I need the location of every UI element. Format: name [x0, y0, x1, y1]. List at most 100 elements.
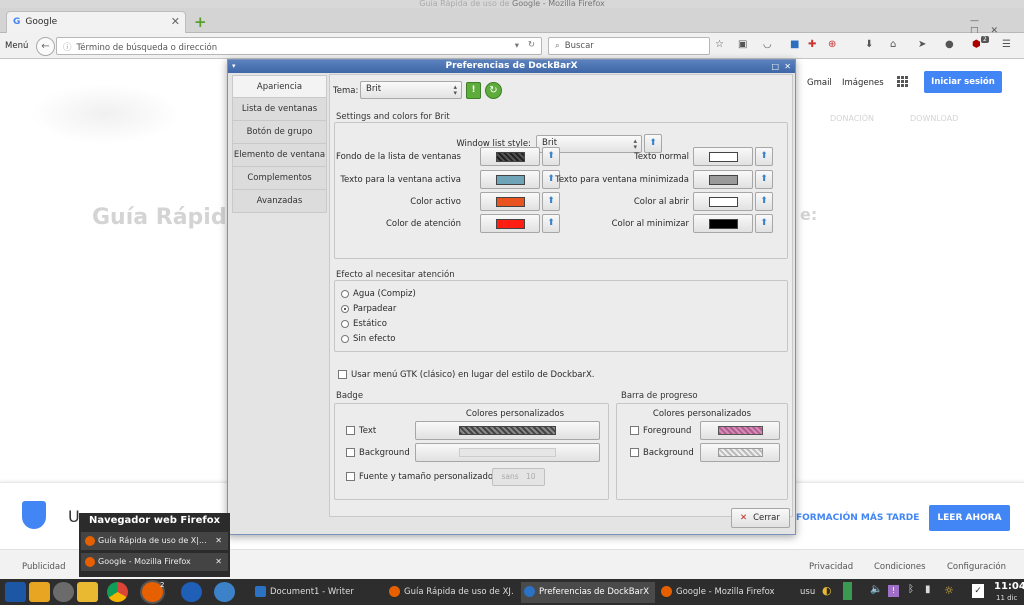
progress-foreground-color-button[interactable]: [700, 421, 780, 440]
weather-icon[interactable]: ◐: [822, 584, 832, 597]
images-link[interactable]: Imágenes: [842, 78, 884, 88]
footer-terms-link[interactable]: Condiciones: [874, 562, 926, 572]
dialog-menu-icon[interactable]: ▾: [232, 60, 236, 73]
faded-nav-item: DONACIÓN: [830, 114, 874, 123]
ublock-icon[interactable]: ⬢: [972, 39, 981, 50]
menu-button[interactable]: Menú: [5, 41, 28, 51]
url-field[interactable]: ⓘ Término de búsqueda o dirección ▾ ↻: [56, 37, 542, 55]
bookmark-star-icon[interactable]: ☆: [715, 39, 724, 50]
network-icon[interactable]: [843, 582, 852, 600]
user-label[interactable]: usu: [800, 587, 815, 597]
alert-icon[interactable]: !: [888, 585, 899, 597]
hamburger-menu-icon[interactable]: ☰: [1002, 39, 1011, 50]
badge-font-checkbox[interactable]: Fuente y tamaño personalizado: [346, 472, 493, 482]
chrome-icon[interactable]: [107, 582, 128, 602]
task-done-icon[interactable]: ✓: [972, 584, 984, 598]
new-tab-icon[interactable]: +: [194, 13, 207, 31]
theme-info-button[interactable]: !: [466, 82, 481, 99]
color-button-left-0[interactable]: [480, 147, 540, 166]
color-button-right-0[interactable]: [693, 147, 753, 166]
sidebar-tab-window-list[interactable]: Lista de ventanas: [232, 98, 327, 121]
dialog-maximize-icon[interactable]: □: [771, 60, 779, 73]
task-writer[interactable]: Document1 - Writer: [252, 582, 380, 603]
browser-tab-google[interactable]: G Google ✕: [6, 11, 186, 33]
popup-window-item[interactable]: Google - Mozilla Firefox ✕: [81, 553, 228, 571]
color-swatch: [459, 448, 556, 457]
popup-window-item[interactable]: Guía Rápida de uso de X|... ✕: [81, 532, 228, 550]
send-icon[interactable]: ➤: [918, 39, 926, 50]
sidebar-tab-appearance[interactable]: Apariencia: [232, 75, 327, 98]
sidebar-tab-window-item[interactable]: Elemento de ventana: [232, 144, 327, 167]
save-icon[interactable]: ■: [790, 39, 799, 50]
close-dialog-button[interactable]: ✕ Cerrar: [731, 508, 790, 528]
theme-select[interactable]: Brit ▴ ▾: [360, 81, 462, 99]
writer-icon[interactable]: [181, 582, 202, 602]
clipboard-icon[interactable]: ▣: [738, 39, 747, 50]
color-button-right-1[interactable]: [693, 170, 753, 189]
dialog-close-icon[interactable]: ✕: [784, 60, 791, 73]
color-button-left-2[interactable]: [480, 192, 540, 211]
color-button-right-3[interactable]: [693, 214, 753, 233]
radio-blink[interactable]: Parpadear: [341, 304, 416, 319]
theme-reload-button[interactable]: ↻: [485, 82, 502, 99]
home-icon[interactable]: ⌂: [890, 39, 896, 50]
settings-app-icon[interactable]: [53, 582, 74, 602]
task-dockbarx-preferences[interactable]: Preferencias de DockBarX: [521, 582, 655, 603]
color-swatch: [718, 448, 763, 457]
battery-icon[interactable]: ▮: [925, 584, 931, 595]
color-reset-button[interactable]: ⬆: [755, 147, 773, 166]
radio-water[interactable]: Agua (Compiz): [341, 289, 416, 304]
badge-text-checkbox[interactable]: Text: [346, 426, 376, 436]
apps-grid-icon[interactable]: [897, 76, 908, 87]
minimize-icon[interactable]: —: [970, 16, 991, 26]
task-google-firefox[interactable]: Google - Mozilla Firefox: [658, 582, 786, 603]
files-icon[interactable]: [77, 582, 98, 602]
signin-button[interactable]: Iniciar sesión: [924, 71, 1002, 93]
gtk-menu-checkbox[interactable]: Usar menú GTK (clásico) en lugar del est…: [338, 370, 595, 380]
footer-privacy-link[interactable]: Privacidad: [809, 562, 853, 572]
addon-red-icon[interactable]: ⊕: [828, 39, 836, 50]
popup-item-close-icon[interactable]: ✕: [215, 532, 222, 550]
footer-ads-link[interactable]: Publicidad: [22, 562, 66, 572]
color-reset-button[interactable]: ⬆: [755, 170, 773, 189]
task-guide[interactable]: Guía Rápida de uso de XJ...: [386, 582, 514, 603]
notification-count-badge: 2: [981, 36, 989, 43]
start-menu-icon[interactable]: [5, 582, 26, 602]
promo-read-now-button[interactable]: LEER AHORA: [929, 505, 1010, 531]
sidebar-tab-advanced[interactable]: Avanzadas: [232, 190, 327, 213]
dropdown-arrow-icon[interactable]: ▾: [515, 41, 519, 51]
color-button-right-2[interactable]: [693, 192, 753, 211]
color-button-left-3[interactable]: [480, 214, 540, 233]
reload-icon[interactable]: ↻: [528, 40, 535, 50]
clock-time[interactable]: 11:04: [994, 581, 1024, 592]
back-button[interactable]: ←: [36, 37, 55, 56]
sidebar-tab-plugins[interactable]: Complementos: [232, 167, 327, 190]
sidebar-tab-group-button[interactable]: Botón de grupo: [232, 121, 327, 144]
addon-icon[interactable]: ✚: [808, 39, 816, 50]
cloud-sun-icon[interactable]: ☼: [944, 584, 954, 597]
gmail-link[interactable]: Gmail: [807, 78, 832, 88]
bluetooth-icon[interactable]: ᛒ: [908, 584, 914, 595]
search-field[interactable]: ⌕ Buscar: [548, 37, 710, 55]
pocket-icon[interactable]: ◡: [763, 39, 772, 50]
progress-foreground-checkbox[interactable]: Foreground: [630, 426, 691, 436]
progress-background-color-button[interactable]: [700, 443, 780, 462]
color-reset-button[interactable]: ⬆: [755, 192, 773, 211]
volume-icon[interactable]: 🔈: [870, 584, 882, 595]
badge-background-checkbox[interactable]: Background: [346, 448, 410, 458]
promo-later-button[interactable]: FORMACIÓN MÁS TARDE: [796, 513, 919, 523]
popup-item-close-icon[interactable]: ✕: [215, 553, 222, 571]
more-apps-icon[interactable]: [214, 582, 235, 602]
progress-background-checkbox[interactable]: Background: [630, 448, 694, 458]
radio-indicator: [341, 319, 349, 328]
radio-static[interactable]: Estático: [341, 319, 416, 334]
radio-no-effect[interactable]: Sin efecto: [341, 334, 416, 349]
window-list-style-reset-button[interactable]: ⬆: [644, 134, 662, 153]
folder-icon[interactable]: [29, 582, 50, 602]
download-icon[interactable]: ⬇: [865, 39, 873, 50]
tab-close-icon[interactable]: ✕: [171, 15, 180, 28]
color-button-left-1[interactable]: [480, 170, 540, 189]
color-reset-button[interactable]: ⬆: [755, 214, 773, 233]
chat-icon[interactable]: ●: [945, 39, 954, 50]
footer-settings-link[interactable]: Configuración: [947, 562, 1006, 572]
